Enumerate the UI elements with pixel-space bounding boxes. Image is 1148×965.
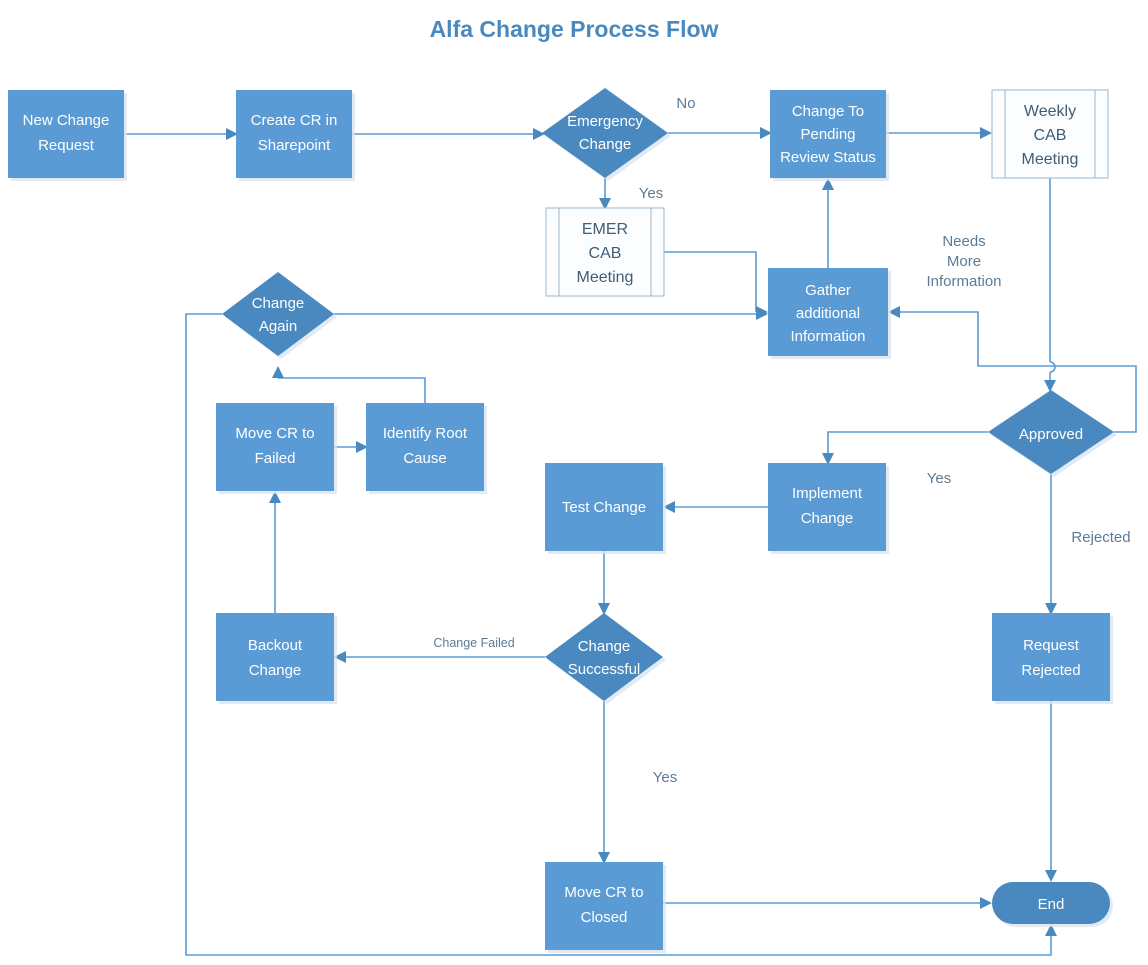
node-label-line1: Backout [248,637,303,654]
node-label-line1: Emergency [567,113,643,130]
edge-approved-yes-to-implement [822,431,988,465]
node-new-change-request[interactable]: New Change Request [8,90,127,181]
node-test-change[interactable]: Test Change [545,463,666,554]
node-request-rejected[interactable]: Request Rejected [992,613,1113,704]
edge-closed-to-end [663,897,992,909]
edge-approved-to-gather [888,306,1137,433]
node-create-cr-in-sharepoint[interactable]: Create CR in Sharepoint [236,90,355,181]
node-label-line1: Change [252,295,305,312]
node-label-line3: Review Status [780,149,876,166]
edge-emergency-no-to-pending [668,127,772,139]
edge-label-yes-emergency: Yes [639,185,663,202]
node-approved[interactable]: Approved [988,390,1117,477]
node-weekly-cab-meeting[interactable]: Weekly CAB Meeting [991,89,1109,179]
flowchart-svg: Alfa Change Process Flow New Change Requ… [8,16,1137,956]
node-change-successful[interactable]: Change Successful [545,613,666,704]
edge-test-to-successful [598,551,610,615]
page-title: Alfa Change Process Flow [430,16,719,42]
node-label-line2: Change [249,662,302,679]
edge-label-rejected: Rejected [1071,529,1130,546]
edge-label-yes-successful: Yes [653,769,677,786]
node-label-line1: EMER [582,221,628,238]
node-label-line2: Again [259,318,297,335]
node-label-line1: Identify Root [383,425,468,442]
edge-move-failed-to-root-cause [334,441,368,453]
edge-root-cause-to-change-again [272,366,426,403]
edge-approved-rejected-to-request-rejected [1045,474,1057,615]
node-label-line2: Sharepoint [258,137,331,154]
node-label-line3: Information [790,328,865,345]
node-change-to-pending-review-status[interactable]: Change To Pending Review Status [770,90,889,181]
edge-successful-failed-to-backout [334,651,545,663]
node-label-line2: Failed [255,450,296,467]
node-label-line2: Pending [800,126,855,143]
edge-label-yes-approved: Yes [927,470,951,487]
node-label-line2: Rejected [1021,662,1080,679]
node-label-line3: Meeting [1022,151,1079,168]
node-label-line1: End [1038,896,1065,913]
edge-emer-cab-to-gather [664,251,768,318]
node-label-line1: Change [578,638,631,655]
node-emer-cab-meeting[interactable]: EMER CAB Meeting [545,207,665,297]
node-label-line1: Approved [1019,426,1083,443]
edge-backout-to-move-failed [269,491,281,613]
node-label-line1: Test Change [562,499,646,516]
node-backout-change[interactable]: Backout Change [216,613,337,704]
node-label-line1: Request [1023,637,1080,654]
node-end[interactable]: End [992,882,1113,927]
node-identify-root-cause[interactable]: Identify Root Cause [366,403,487,494]
edge-label-needs-line2: More [947,253,981,270]
node-label-line1: Change To [792,103,864,120]
node-label-line2: Change [579,136,632,153]
edge-label-needs-line1: Needs [942,233,985,250]
edge-label-no: No [676,95,695,112]
node-label-line1: Gather [805,282,851,299]
node-label-line2: additional [796,305,860,322]
node-label-line2: Request [38,137,95,154]
node-label-line1: Create CR in [251,112,338,129]
flowchart-canvas: Alfa Change Process Flow New Change Requ… [0,0,1148,965]
node-label-line1: Move CR to [564,884,643,901]
edge-pending-to-weekly-cab [886,127,992,139]
edge-label-change-failed: Change Failed [433,636,514,650]
edge-weekly-cab-to-approved [1044,178,1056,392]
node-label-line1: Weekly [1024,103,1076,120]
node-label-line2: CAB [1034,127,1067,144]
node-label-line1: Move CR to [235,425,314,442]
node-implement-change[interactable]: Implement Change [768,463,889,554]
edge-new-request-to-create-cr [124,128,238,140]
edge-gather-to-pending [822,178,834,268]
edge-create-cr-to-emergency [352,128,545,140]
node-label-line2: Successful [568,661,641,678]
edge-implement-to-test [663,501,768,513]
edge-label-needs-line3: Information [926,273,1001,290]
edge-emergency-yes-to-emer-cab [599,178,611,210]
node-label-line1: New Change [23,112,110,129]
node-label-line2: Closed [581,909,628,926]
node-change-again[interactable]: Change Again [222,272,337,359]
edge-successful-yes-to-closed [598,701,610,864]
node-emergency-change[interactable]: Emergency Change [542,88,671,181]
node-label-line1: Implement [792,485,863,502]
node-label-line3: Meeting [577,269,634,286]
edge-request-rejected-to-end [1045,701,1057,882]
node-move-cr-to-closed[interactable]: Move CR to Closed [545,862,666,953]
edge-change-again-to-gather [334,308,768,320]
node-label-line2: Change [801,510,854,527]
node-label-line2: CAB [589,245,622,262]
node-label-line2: Cause [403,450,446,467]
node-gather-additional-information[interactable]: Gather additional Information [768,268,891,359]
node-move-cr-to-failed[interactable]: Move CR to Failed [216,403,337,494]
